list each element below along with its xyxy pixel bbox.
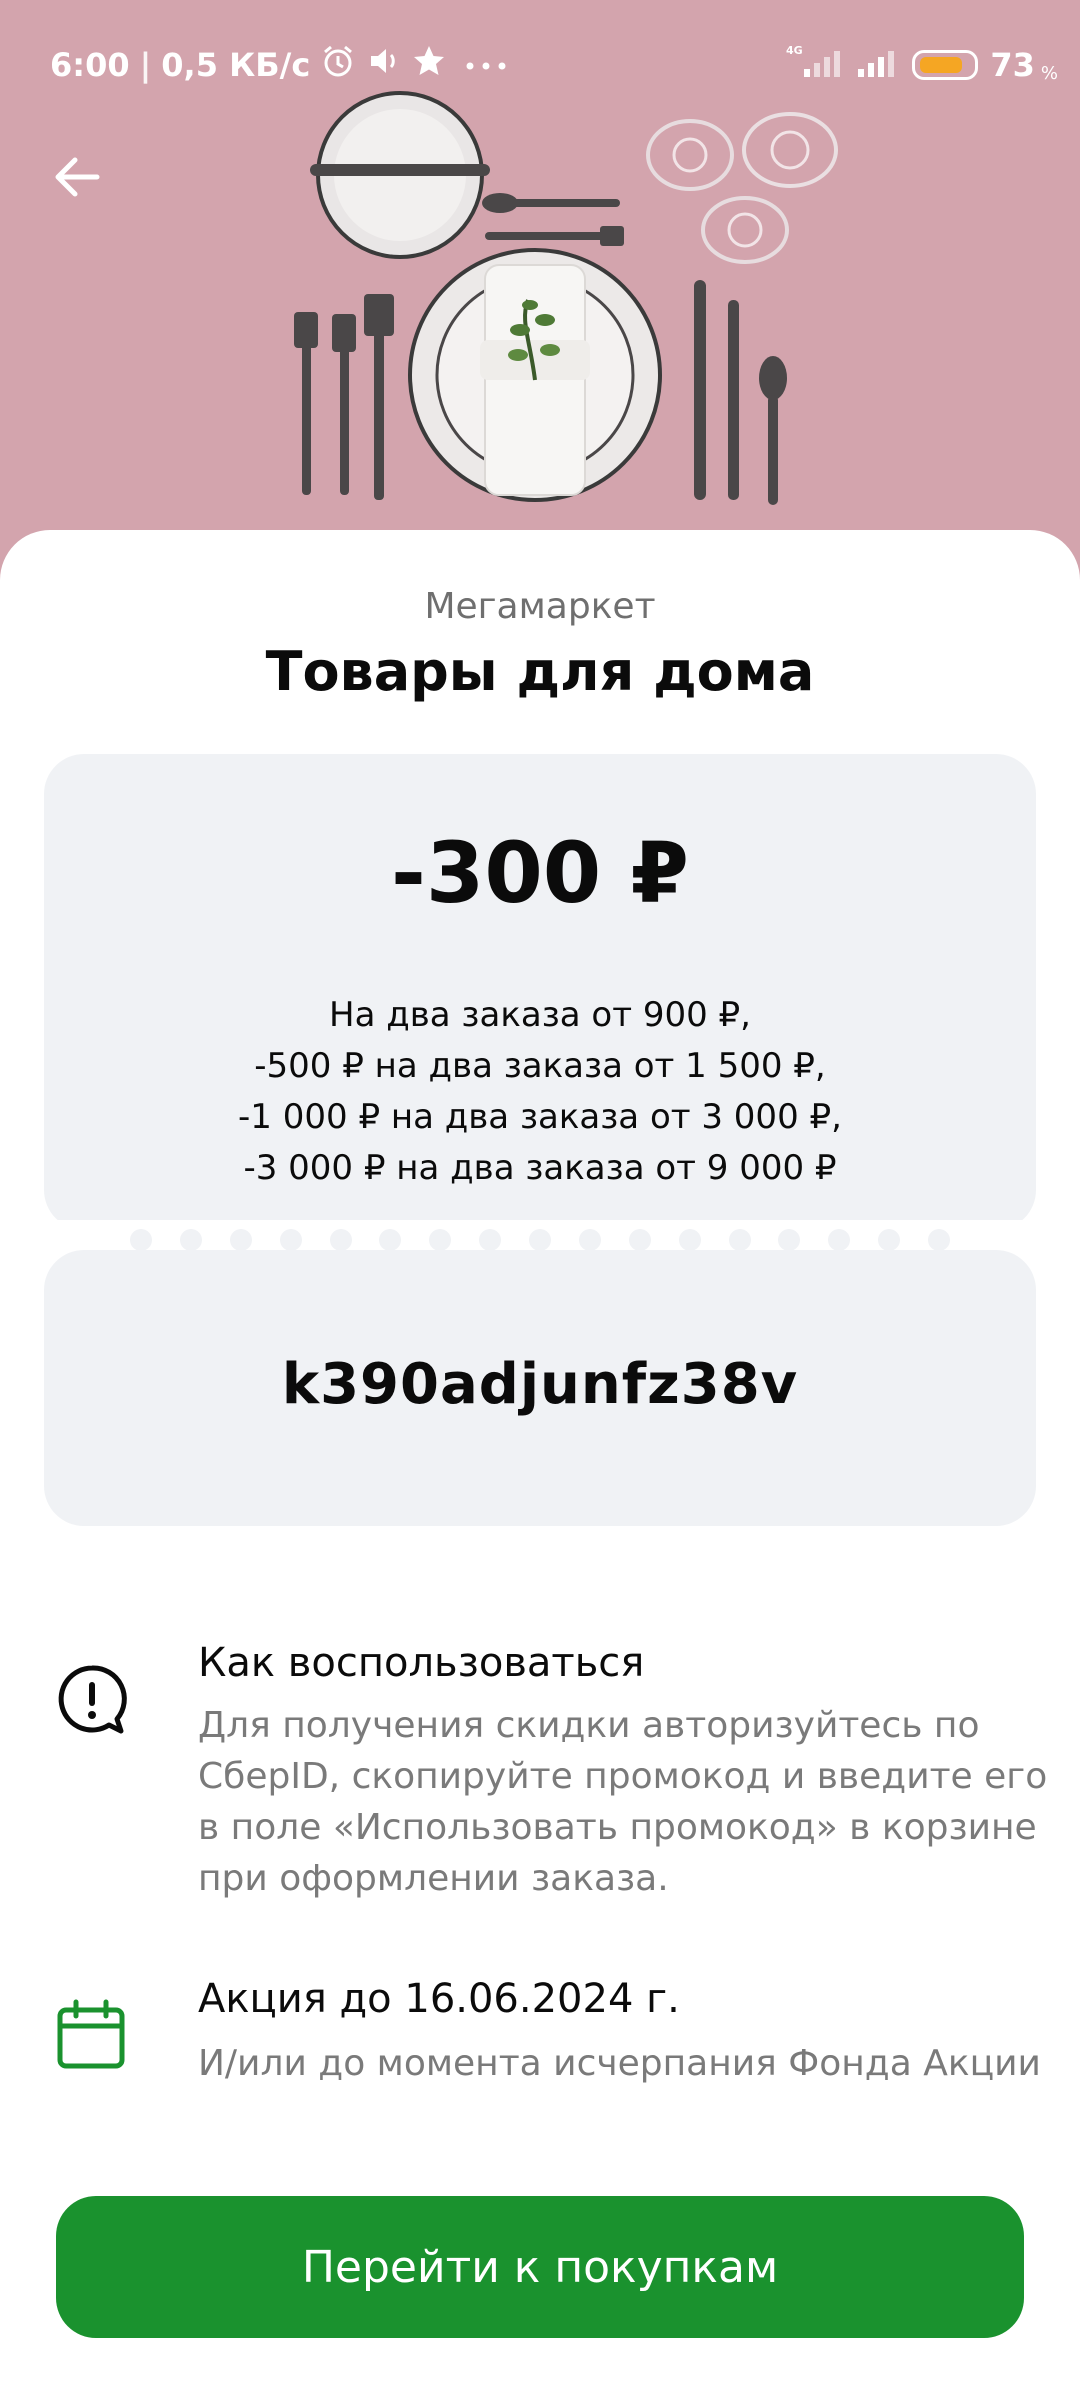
- battery-icon: [912, 50, 979, 80]
- condition-line: На два заказа от 900 ₽,: [329, 995, 751, 1035]
- coupon-discount-card: -300 ₽ На два заказа от 900 ₽, -500 ₽ на…: [44, 754, 1036, 1230]
- status-time: 6:00: [50, 46, 130, 84]
- discount-conditions: На два заказа от 900 ₽, -500 ₽ на два за…: [44, 990, 1036, 1194]
- star-icon: [412, 44, 446, 86]
- how-to-line: Для получения скидки авторизуйтесь по: [198, 1705, 980, 1746]
- how-to-title: Как воспользоваться: [198, 1640, 645, 1686]
- offer-sheet: Мегамаркет Товары для дома -300 ₽ На два…: [0, 530, 1080, 2400]
- status-bar: 6:00 | 0,5 КБ/с 4G 73 %: [0, 0, 1080, 126]
- how-to-line: в поле «Использовать промокод» в корзине: [198, 1807, 1037, 1848]
- coupon-notch-right: [1016, 1220, 1056, 1260]
- discount-amount: -300 ₽: [391, 824, 689, 922]
- validity-text: И/или до момента исчерпания Фонда Акции: [198, 2043, 1041, 2084]
- how-to-text: Для получения скидки авторизуйтесь по Сб…: [198, 1700, 1048, 1904]
- validity-title: Акция до 16.06.2024 г.: [198, 1976, 680, 2022]
- svg-text:4G: 4G: [786, 44, 803, 57]
- more-dots-icon: [456, 46, 516, 84]
- alarm-icon: [320, 43, 356, 87]
- battery-percent-sign: %: [1040, 63, 1058, 84]
- promo-code-card[interactable]: k390adjunfz38v: [44, 1250, 1036, 1526]
- status-speed: 0,5 КБ/с: [161, 46, 311, 84]
- signal-icon: [856, 43, 900, 87]
- status-separator: |: [139, 46, 152, 84]
- condition-line: -500 ₽ на два заказа от 1 500 ₽,: [254, 1046, 826, 1086]
- signal-4g-icon: 4G: [784, 43, 844, 87]
- alert-bubble-icon: [54, 1662, 130, 1738]
- promo-code[interactable]: k390adjunfz38v: [44, 1352, 1036, 1417]
- back-button[interactable]: [40, 140, 114, 214]
- go-shopping-button[interactable]: Перейти к покупкам: [56, 2196, 1024, 2338]
- condition-line: -3 000 ₽ на два заказа от 9 000 ₽: [243, 1148, 837, 1188]
- condition-line: -1 000 ₽ на два заказа от 3 000 ₽,: [238, 1097, 842, 1137]
- coupon-perforation: [130, 1229, 950, 1251]
- volume-icon: [366, 43, 402, 87]
- offer-title: Товары для дома: [265, 640, 815, 703]
- how-to-line: СберID, скопируйте промокод и введите ег…: [198, 1756, 1048, 1797]
- battery-percent: 73: [990, 46, 1035, 84]
- brand-name: Мегамаркет: [424, 586, 656, 627]
- calendar-icon: [54, 1998, 130, 2074]
- how-to-line: при оформлении заказа.: [198, 1858, 669, 1899]
- coupon-notch-left: [24, 1220, 64, 1260]
- arrow-left-icon: [55, 157, 100, 197]
- hero-banner: 6:00 | 0,5 КБ/с 4G 73 %: [0, 0, 1080, 580]
